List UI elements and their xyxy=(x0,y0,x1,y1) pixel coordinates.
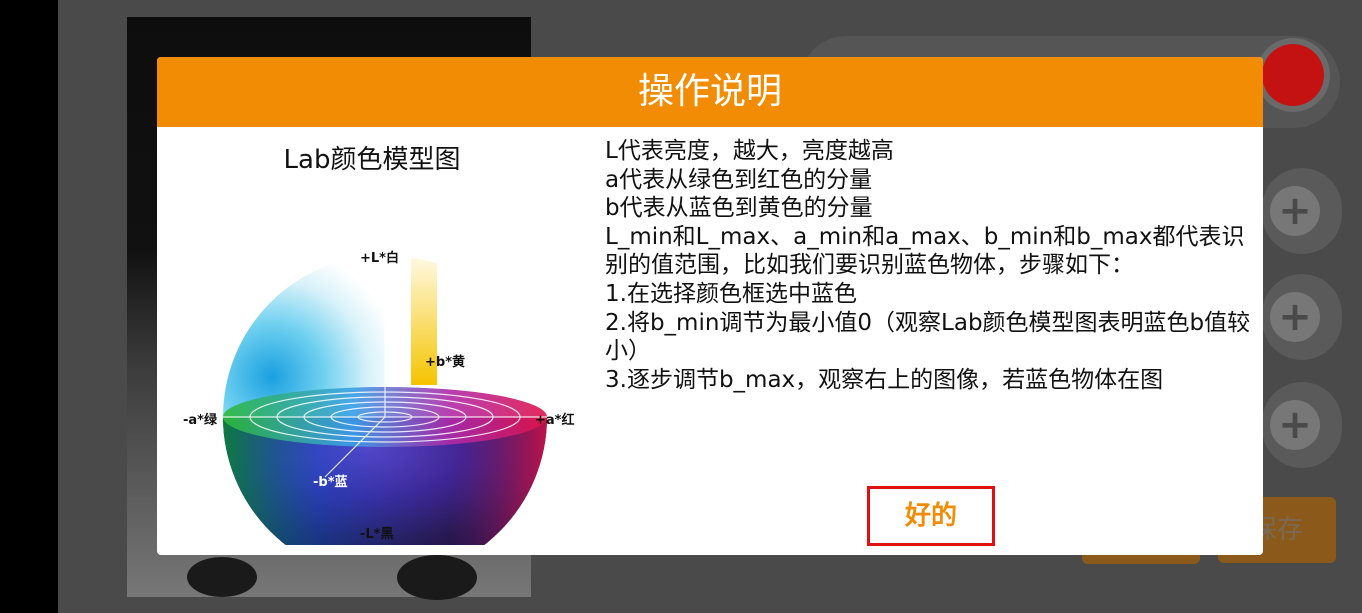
camera-object xyxy=(187,557,257,597)
axis-label-bottom: -L*黑 xyxy=(360,527,394,542)
instruction-text: L代表亮度，越大，亮度越高 a代表从绿色到红色的分量 b代表从蓝色到黄色的分量 … xyxy=(605,137,1253,472)
axis-label-a-plus: +a*红 xyxy=(535,413,575,428)
axis-label-b-plus: +b*黄 xyxy=(425,355,465,370)
instruction-line: L_min和L_max、a_min和a_max、b_min和b_max都代表识别… xyxy=(605,223,1245,279)
add-button-3[interactable]: + xyxy=(1262,382,1342,468)
camera-object xyxy=(397,555,477,600)
instruction-line: b代表从蓝色到黄色的分量 xyxy=(605,195,873,222)
lab-color-model-diagram: +L*白 +b*黄 -a*绿 +a*红 -b*蓝 -L*黑 xyxy=(175,185,595,555)
axis-label-a-minus: -a*绿 xyxy=(183,413,217,428)
color-indicator[interactable] xyxy=(1262,44,1324,106)
instruction-line: 3.逐步调节b_max，观察右上的图像，若蓝色物体在图 xyxy=(605,366,1164,393)
instruction-line: L代表亮度，越大，亮度越高 xyxy=(605,138,894,164)
instruction-line: a代表从绿色到红色的分量 xyxy=(605,166,873,193)
plus-icon: + xyxy=(1270,186,1320,236)
dialog-title: 操作说明 xyxy=(157,57,1263,127)
diagram-title: Lab颜色模型图 xyxy=(283,145,461,175)
left-black-strip xyxy=(0,0,58,613)
add-button-2[interactable]: + xyxy=(1262,274,1342,360)
axis-label-b-minus: -b*蓝 xyxy=(313,475,348,490)
axis-label-top: +L*白 xyxy=(360,251,399,266)
instruction-line: 2.将b_min调节为最小值0（观察Lab颜色模型图表明蓝色b值较小） xyxy=(605,309,1251,365)
instructions-dialog: 操作说明 Lab颜色模型图 +L*白 +b*黄 -a*绿 +a*红 -b*蓝 -… xyxy=(157,57,1263,555)
instruction-line: 1.在选择颜色框选中蓝色 xyxy=(605,280,857,307)
add-button-1[interactable]: + xyxy=(1262,168,1342,254)
plus-icon: + xyxy=(1270,400,1320,450)
lab-sphere-graphic xyxy=(223,255,547,555)
plus-icon: + xyxy=(1270,292,1320,342)
ok-button[interactable]: 好的 xyxy=(867,486,995,546)
